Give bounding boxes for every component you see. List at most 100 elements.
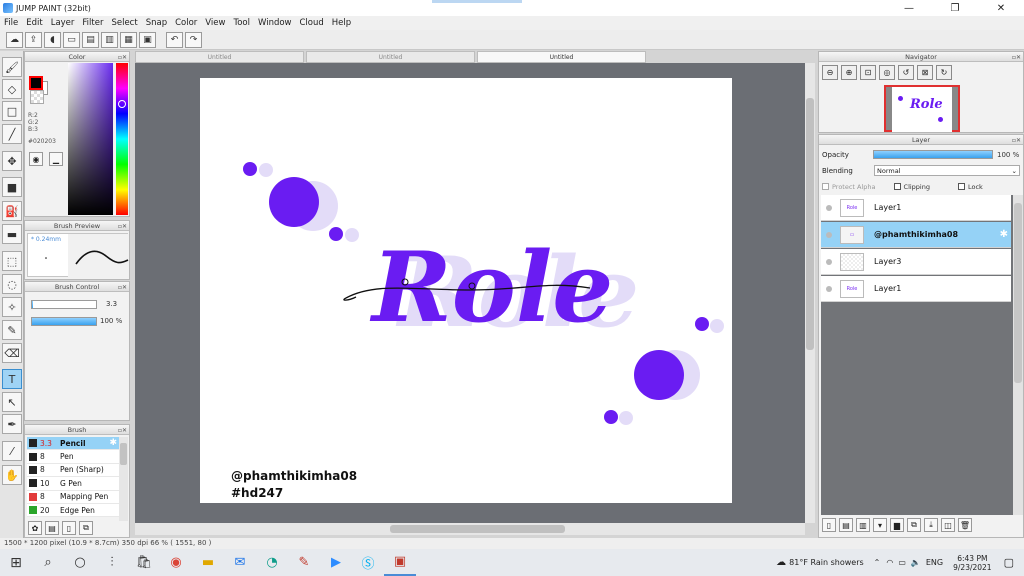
speech-bubble-icon[interactable]: ◖: [44, 31, 61, 48]
brush-copy-icon[interactable]: ⧉: [79, 521, 93, 535]
select-pen-tool-icon[interactable]: ✎: [2, 320, 22, 340]
widgets-icon[interactable]: ⫶: [96, 549, 128, 576]
jump-paint-taskbar-icon[interactable]: ▣: [384, 549, 416, 576]
transparent-color-swatch[interactable]: [30, 90, 44, 104]
chrome-icon[interactable]: ◉: [160, 549, 192, 576]
gradient-tool-icon[interactable]: ▬: [2, 224, 22, 244]
brush-opacity-slider[interactable]: [31, 317, 97, 326]
visibility-icon[interactable]: [826, 258, 832, 265]
zoom-app-icon[interactable]: ▶: [320, 549, 352, 576]
notification-icon[interactable]: ▢: [1004, 556, 1014, 569]
new-layer-1bit-icon[interactable]: ▥: [856, 518, 870, 532]
export-icon[interactable]: ⇪: [25, 31, 42, 48]
cloud-icon[interactable]: ☁: [6, 31, 23, 48]
layer-row-layer3[interactable]: Layer3: [821, 249, 1011, 275]
duplicate-layer-icon[interactable]: ⧉: [907, 518, 921, 532]
panel-controls-icon[interactable]: ▫✕: [118, 222, 127, 232]
menu-filter[interactable]: Filter: [82, 18, 103, 28]
zoom-out-icon[interactable]: ⊖: [822, 65, 838, 80]
fill-rect-tool-icon[interactable]: ■: [2, 177, 22, 197]
bucket-tool-icon[interactable]: ⛽: [2, 201, 22, 221]
layer-mask-icon[interactable]: ◫: [941, 518, 955, 532]
delete-layer-icon[interactable]: 🗑: [958, 518, 972, 532]
brush-item-edge-pen[interactable]: 20 Edge Pen: [27, 503, 119, 518]
magic-wand-tool-icon[interactable]: ✧: [2, 297, 22, 317]
store-icon[interactable]: 🛍: [128, 549, 160, 576]
language-indicator[interactable]: ENG: [926, 558, 943, 567]
brush-list-scrollbar[interactable]: [119, 437, 128, 521]
menu-help[interactable]: Help: [332, 18, 351, 28]
palette-icon[interactable]: ◉: [29, 152, 43, 166]
grid-icon[interactable]: ▦: [120, 31, 137, 48]
select-eraser-tool-icon[interactable]: ⌫: [2, 343, 22, 363]
actual-size-icon[interactable]: ◎: [879, 65, 895, 80]
menu-window[interactable]: Window: [258, 18, 292, 28]
lasso-tool-icon[interactable]: ◌: [2, 274, 22, 294]
visibility-icon[interactable]: [826, 231, 832, 238]
weather-text[interactable]: 81°F Rain showers: [789, 558, 864, 567]
visibility-icon[interactable]: [826, 204, 832, 211]
weather-icon[interactable]: ☁: [776, 557, 786, 568]
page-icon[interactable]: ▤: [82, 31, 99, 48]
tab-untitled-2[interactable]: Untitled: [306, 51, 475, 63]
layer-opacity-slider[interactable]: [873, 150, 993, 159]
new-layer-8bit-icon[interactable]: ▤: [839, 518, 853, 532]
tab-untitled-1[interactable]: Untitled: [135, 51, 304, 63]
volume-icon[interactable]: 🔈: [911, 558, 921, 567]
gear-icon[interactable]: ✱: [109, 438, 117, 448]
rotate-right-icon[interactable]: ↻: [936, 65, 952, 80]
comment-icon[interactable]: ▭: [63, 31, 80, 48]
panel-controls-icon[interactable]: ▫✕: [1012, 53, 1021, 63]
skype-icon[interactable]: Ⓢ: [352, 549, 384, 576]
new-brush-icon[interactable]: ▯: [62, 521, 76, 535]
restore-button[interactable]: ❐: [932, 0, 978, 16]
new-layer-icon[interactable]: ▯: [822, 518, 836, 532]
panel-controls-icon[interactable]: ▫✕: [118, 283, 127, 293]
menu-snap[interactable]: Snap: [146, 18, 167, 28]
layer-row-layer1-top[interactable]: Role Layer1: [821, 195, 1011, 221]
canvas-vertical-scrollbar[interactable]: [805, 63, 815, 523]
blending-select[interactable]: Normal ⌄: [874, 165, 1020, 176]
fit-screen-icon[interactable]: ⊡: [860, 65, 876, 80]
menu-view[interactable]: View: [205, 18, 225, 28]
add-brush-icon[interactable]: ▤: [45, 521, 59, 535]
move-tool-icon[interactable]: ✥: [2, 151, 22, 171]
eyedropper-tool-icon[interactable]: ⁄: [2, 441, 22, 461]
menu-color[interactable]: Color: [175, 18, 197, 28]
brush-settings-icon[interactable]: ✿: [28, 521, 42, 535]
merge-layer-icon[interactable]: ⤓: [924, 518, 938, 532]
canvas-paper[interactable]: Role Role @phamthikimha08 #hd247: [200, 78, 732, 503]
hand-tool-icon[interactable]: ✋: [2, 465, 22, 485]
panel-controls-icon[interactable]: ▫✕: [118, 426, 127, 436]
close-button[interactable]: ✕: [978, 0, 1024, 16]
menu-cloud[interactable]: Cloud: [300, 18, 324, 28]
network-icon[interactable]: ◠: [886, 558, 893, 567]
frame-icon[interactable]: ▣: [139, 31, 156, 48]
saturation-value-picker[interactable]: [68, 63, 113, 215]
protect-alpha-checkbox[interactable]: [822, 183, 829, 190]
brush-item-pen[interactable]: 8 Pen: [27, 450, 119, 464]
hue-slider[interactable]: [116, 63, 128, 215]
brush-item-pencil[interactable]: 3.3 Pencil ✱: [27, 437, 119, 451]
visibility-icon[interactable]: [826, 285, 832, 292]
menu-select[interactable]: Select: [111, 18, 137, 28]
foreground-color-swatch[interactable]: [29, 76, 43, 90]
layer-row-phamthikimha08[interactable]: ▭ @phamthikimha08 ✱: [821, 222, 1011, 248]
color-history-icon[interactable]: ▁: [49, 152, 63, 166]
folder-icon[interactable]: ▆: [890, 518, 904, 532]
operation-tool-icon[interactable]: ↖: [2, 392, 22, 412]
brush-item-pen-sharp[interactable]: 8 Pen (Sharp): [27, 463, 119, 478]
dropper-tool-icon[interactable]: ✒: [2, 414, 22, 434]
brush-item-g-pen[interactable]: 10 G Pen: [27, 477, 119, 491]
menu-tool[interactable]: Tool: [233, 18, 250, 28]
mail-icon[interactable]: ✉: [224, 549, 256, 576]
layer-type-dropdown-icon[interactable]: ▾: [873, 518, 887, 532]
gear-icon[interactable]: ✱: [1000, 229, 1008, 240]
panel-controls-icon[interactable]: ▫✕: [118, 53, 127, 63]
rotate-left-icon[interactable]: ↺: [898, 65, 914, 80]
windows-start-icon[interactable]: ⊞: [0, 549, 32, 576]
canvas-area[interactable]: Role Role @phamthikimha08 #hd247: [135, 63, 805, 523]
navigator-viewport[interactable]: Role: [884, 85, 960, 132]
clock[interactable]: 6:43 PM 9/23/2021: [953, 554, 991, 572]
clipping-checkbox[interactable]: [893, 183, 901, 190]
